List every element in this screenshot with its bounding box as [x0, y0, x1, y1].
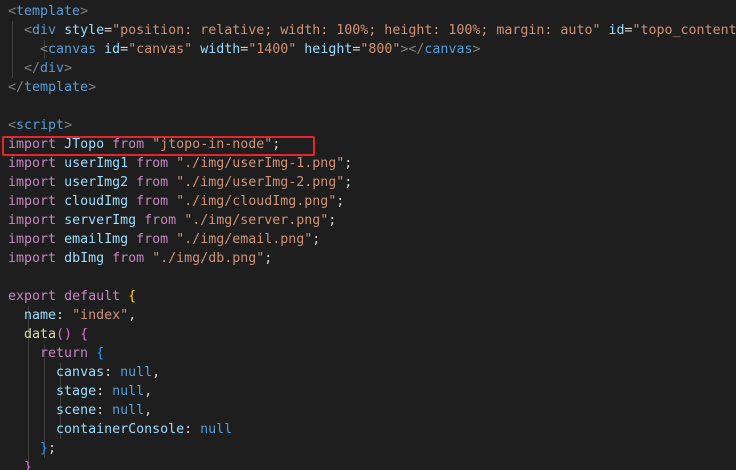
code-line[interactable]: import emailImg from "./img/email.png";: [8, 230, 320, 249]
code-line[interactable]: import serverImg from "./img/server.png"…: [8, 211, 336, 230]
code-line[interactable]: }: [8, 458, 32, 470]
code-line[interactable]: <script>: [8, 116, 72, 135]
code-line[interactable]: import cloudImg from "./img/cloudImg.png…: [8, 192, 344, 211]
code-line[interactable]: data() {: [8, 325, 88, 344]
code-line[interactable]: name: "index",: [8, 306, 136, 325]
code-line[interactable]: import userImg2 from "./img/userImg-2.pn…: [8, 173, 352, 192]
code-line[interactable]: stage: null,: [8, 382, 152, 401]
code-line[interactable]: containerConsole: null: [8, 420, 232, 439]
code-line[interactable]: };: [8, 439, 56, 458]
code-editor[interactable]: <template> <div style="position: relativ…: [0, 0, 736, 470]
code-line[interactable]: <canvas id="canvas" width="1400" height=…: [8, 40, 480, 59]
code-line[interactable]: import dbImg from "./img/db.png";: [8, 249, 272, 268]
code-line[interactable]: </template>: [8, 78, 96, 97]
code-line[interactable]: <div style="position: relative; width: 1…: [8, 21, 736, 40]
code-line[interactable]: scene: null,: [8, 401, 152, 420]
code-line[interactable]: return {: [8, 344, 104, 363]
code-line[interactable]: import userImg1 from "./img/userImg-1.pn…: [8, 154, 352, 173]
code-line[interactable]: canvas: null,: [8, 363, 160, 382]
code-line[interactable]: export default {: [8, 287, 136, 306]
code-line[interactable]: <template>: [8, 2, 88, 21]
code-line[interactable]: </div>: [8, 59, 72, 78]
code-line[interactable]: import JTopo from "jtopo-in-node";: [8, 135, 280, 154]
